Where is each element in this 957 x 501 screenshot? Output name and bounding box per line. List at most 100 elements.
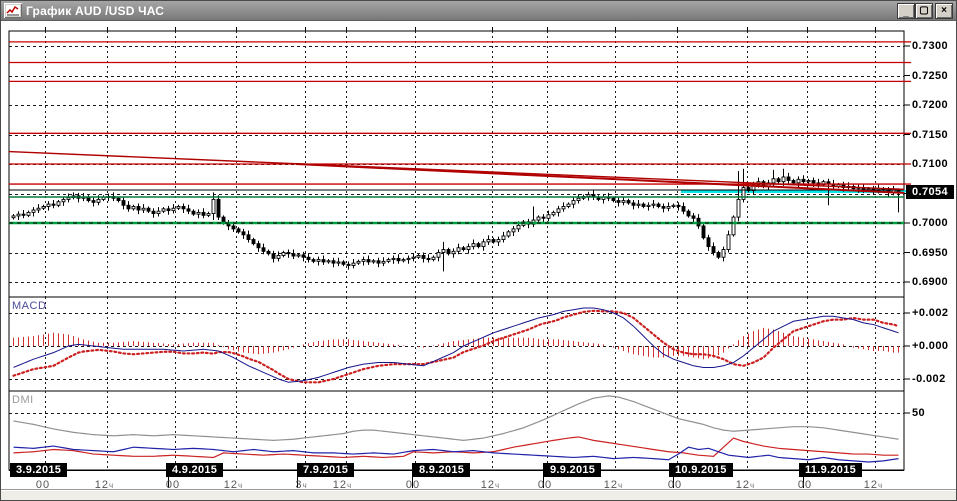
candle-body bbox=[671, 204, 676, 207]
price-tick-label: 0.6900 bbox=[912, 276, 949, 288]
candle-body bbox=[621, 200, 626, 203]
date-label: 4.9.2015 bbox=[166, 463, 224, 477]
macd-tick-label: -0.002 bbox=[912, 373, 946, 385]
macd-tick-label: +0.000 bbox=[912, 340, 949, 352]
candle-body bbox=[456, 247, 461, 252]
price-tick-label: 0.7150 bbox=[912, 128, 949, 141]
candle-body bbox=[446, 249, 451, 255]
candle-body bbox=[611, 197, 616, 202]
candle-body bbox=[736, 198, 741, 218]
candle-body bbox=[211, 198, 216, 215]
candle-body bbox=[21, 213, 26, 216]
candle-body bbox=[46, 203, 51, 207]
candle-body bbox=[366, 259, 371, 263]
candle-body bbox=[176, 206, 181, 209]
candle-body bbox=[706, 237, 711, 248]
candle-body bbox=[276, 254, 281, 259]
candle-body bbox=[691, 215, 696, 219]
dmi-panel-label: DMI bbox=[12, 394, 34, 406]
date-label: 9.9.2015 bbox=[544, 463, 602, 477]
candle-body bbox=[551, 211, 556, 216]
candle-body bbox=[536, 216, 541, 221]
candle-body bbox=[801, 178, 806, 183]
candle-body bbox=[466, 246, 471, 251]
candle-body bbox=[506, 231, 511, 237]
candle-body bbox=[126, 204, 131, 210]
candle-body bbox=[641, 203, 646, 207]
candle-body bbox=[476, 243, 481, 248]
candle-body bbox=[541, 216, 546, 219]
candle-body bbox=[711, 246, 716, 253]
candle-body bbox=[636, 203, 641, 206]
candle-body bbox=[236, 228, 241, 233]
candle-body bbox=[656, 203, 661, 207]
candle-body bbox=[196, 211, 201, 215]
date-label: 8.9.2015 bbox=[413, 463, 471, 477]
candle-body bbox=[386, 259, 391, 262]
candle-body bbox=[661, 206, 666, 209]
candle-body bbox=[516, 224, 521, 230]
candle-body bbox=[281, 252, 286, 256]
candle-body bbox=[401, 259, 406, 262]
macd-panel-label: MACD bbox=[12, 300, 47, 312]
date-label: 7.9.2015 bbox=[297, 463, 355, 477]
candle-body bbox=[806, 180, 811, 183]
candle-body bbox=[571, 200, 576, 205]
candle-body bbox=[116, 197, 121, 202]
candle-body bbox=[261, 247, 266, 252]
candle-body bbox=[481, 241, 486, 248]
candle-body bbox=[331, 260, 336, 264]
candle-body bbox=[206, 213, 211, 216]
candle-body bbox=[191, 210, 196, 215]
candle-body bbox=[561, 206, 566, 210]
candle-body bbox=[16, 213, 21, 217]
status-bar bbox=[1, 489, 956, 500]
candle-body bbox=[626, 200, 631, 204]
candle-body bbox=[586, 194, 591, 197]
candle-body bbox=[376, 260, 381, 264]
candle-body bbox=[451, 250, 456, 255]
price-tick-label: 0.7000 bbox=[912, 217, 949, 229]
candle-body bbox=[396, 257, 401, 262]
candle-body bbox=[201, 211, 206, 216]
candle-body bbox=[436, 252, 441, 258]
candle-body bbox=[41, 206, 46, 209]
price-tick-label: 0.7300 bbox=[912, 40, 949, 52]
candle-body bbox=[406, 257, 411, 261]
candle-body bbox=[371, 260, 376, 263]
candle-body bbox=[156, 210, 161, 215]
candle-body bbox=[811, 180, 816, 184]
candle-body bbox=[676, 204, 681, 207]
candle-body bbox=[726, 234, 731, 251]
candle-body bbox=[411, 256, 416, 259]
candle-body bbox=[66, 197, 71, 200]
candle-body bbox=[251, 239, 256, 245]
candle-body bbox=[546, 214, 551, 219]
chart-window: График AUD /USD ЧАС _ ▢ × MACD DMI 0.705… bbox=[0, 0, 957, 501]
candle-body bbox=[341, 261, 346, 265]
candle-body bbox=[51, 203, 56, 206]
candle-body bbox=[296, 254, 301, 257]
price-tick-label: 0.6950 bbox=[912, 246, 949, 259]
candle-body bbox=[36, 207, 41, 211]
dmi-panel[interactable] bbox=[8, 390, 905, 471]
candle-body bbox=[346, 263, 351, 266]
date-label: 3.9.2015 bbox=[10, 463, 68, 477]
price-tick-label: 0.7100 bbox=[912, 158, 949, 170]
candle-body bbox=[186, 208, 191, 212]
date-label: 11.9.2015 bbox=[799, 463, 863, 477]
candle-body bbox=[171, 207, 176, 212]
candle-body bbox=[266, 250, 271, 255]
candle-body bbox=[356, 260, 361, 264]
candle-body bbox=[716, 252, 721, 258]
candle-body bbox=[311, 259, 316, 262]
candle-body bbox=[786, 176, 791, 181]
candle-body bbox=[471, 243, 476, 248]
candle-body bbox=[146, 207, 151, 212]
candle-body bbox=[796, 178, 801, 184]
current-price-badge: 0.7054 bbox=[906, 185, 954, 199]
candle-body bbox=[721, 249, 726, 258]
candle-body bbox=[631, 202, 636, 206]
chart-canvas[interactable] bbox=[1, 1, 957, 491]
candle-body bbox=[731, 216, 736, 236]
